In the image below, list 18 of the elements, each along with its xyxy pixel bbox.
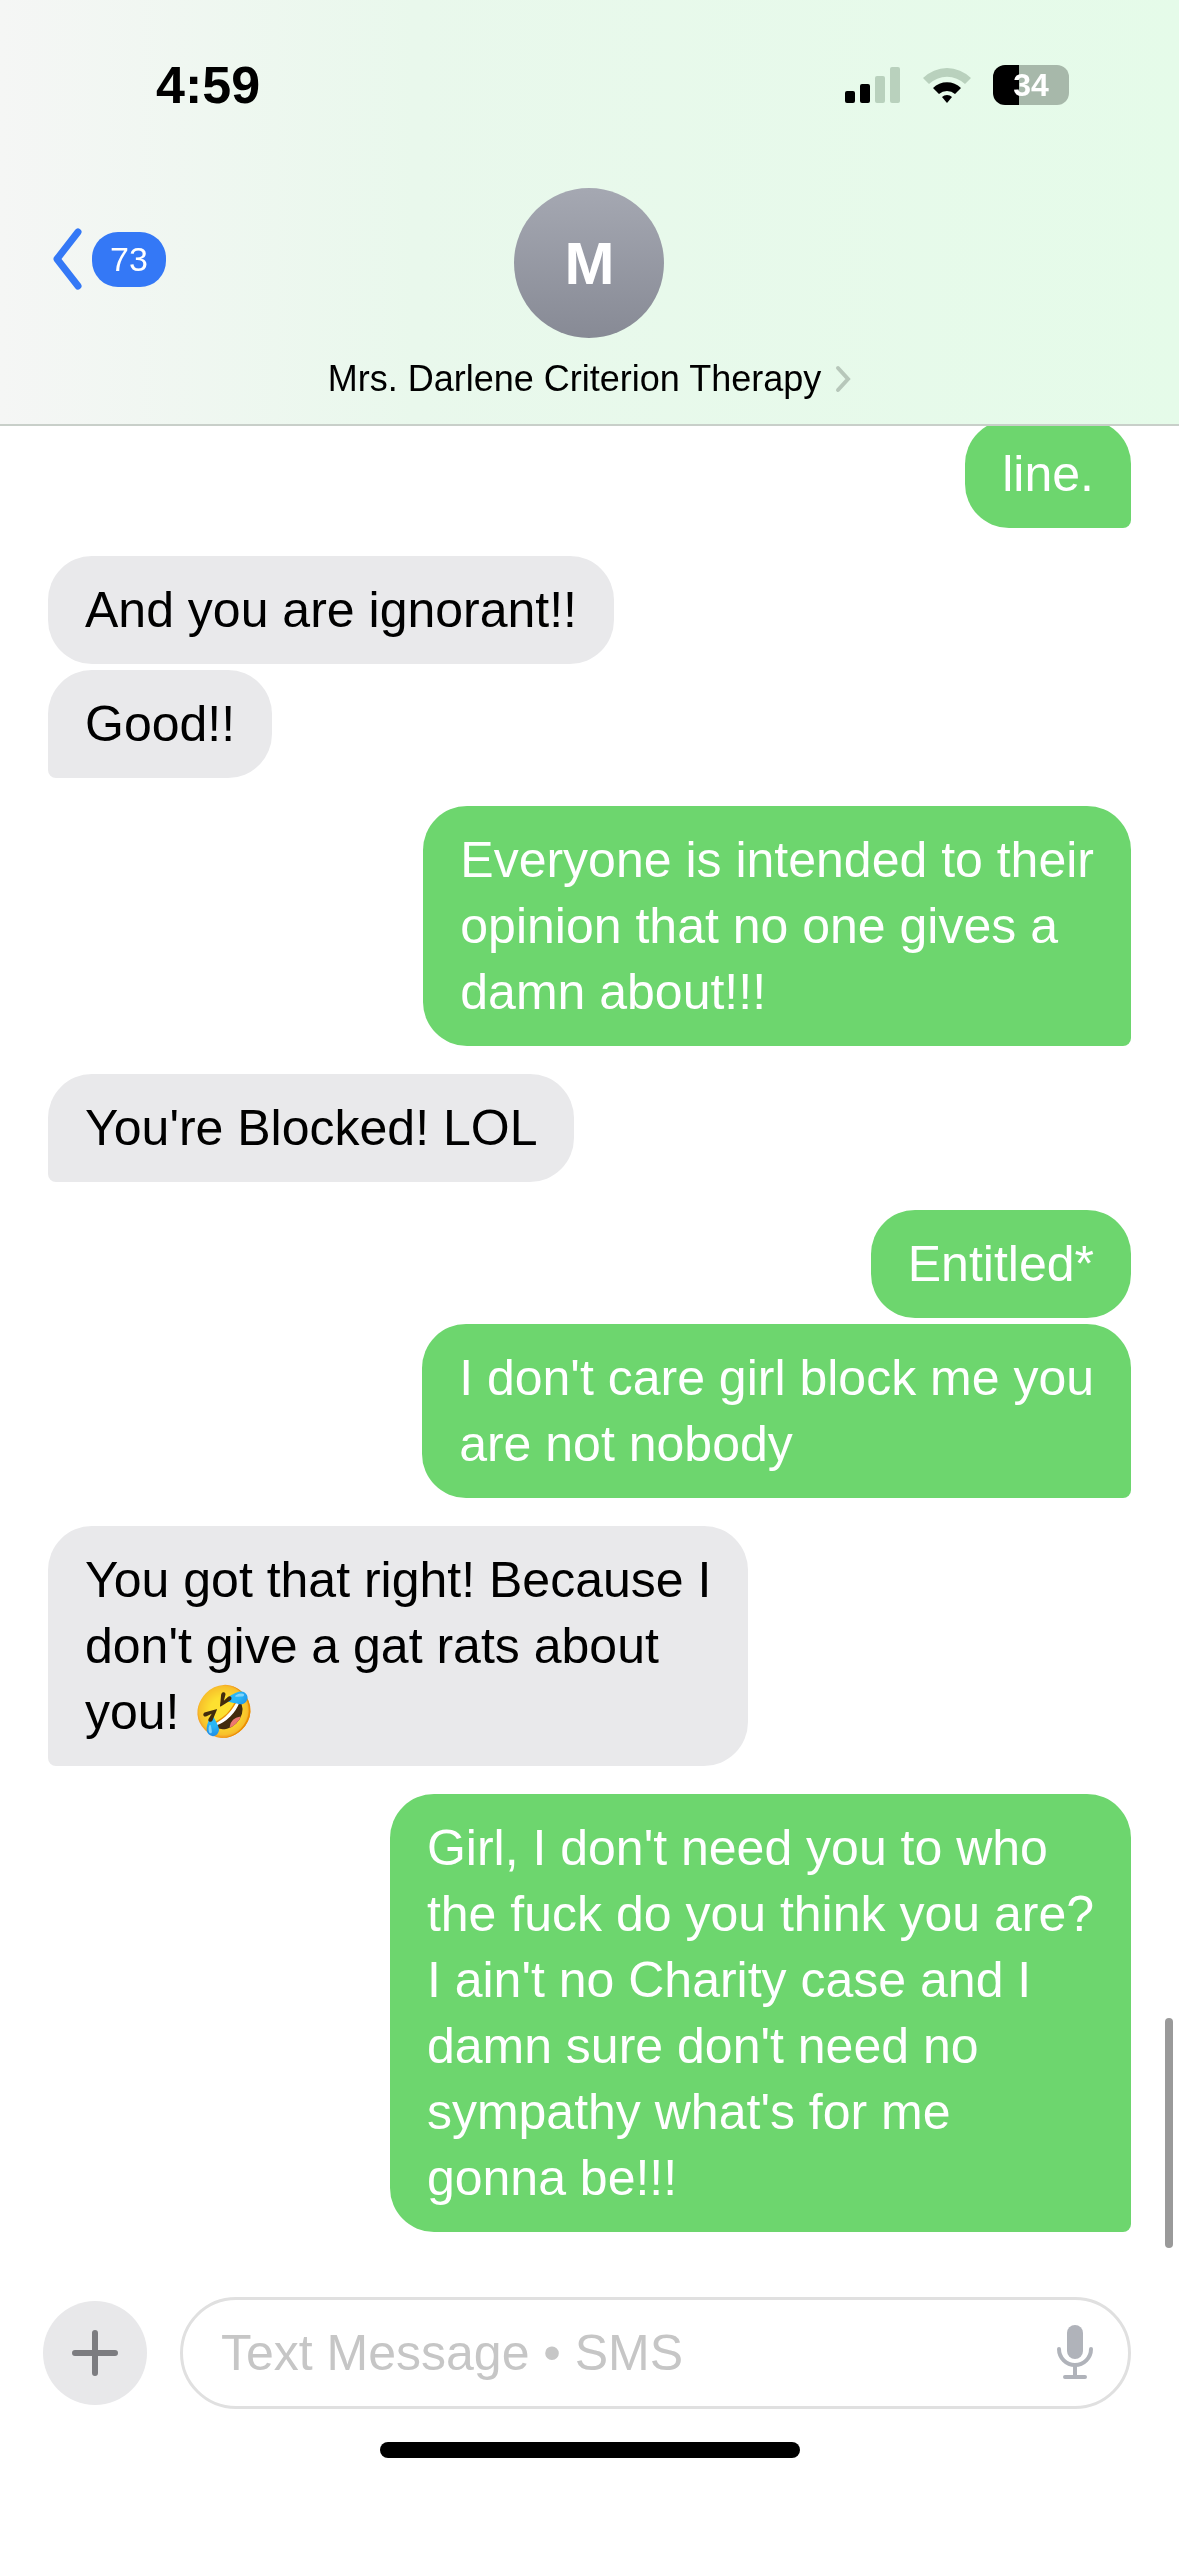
message-input-field[interactable]: Text Message • SMS — [180, 2297, 1131, 2409]
wifi-icon — [921, 66, 973, 104]
message-bubble: You're Blocked! LOL — [48, 1074, 575, 1182]
message-bubble: And you are ignorant!! — [48, 556, 614, 664]
message-bubble: You got that right! Because I don't give a gat rats about you! 🤣 — [48, 1526, 749, 1766]
chevron-left-icon[interactable] — [52, 228, 82, 290]
message-bubble: line. — [965, 426, 1131, 528]
signal-icon — [845, 67, 901, 103]
microphone-icon[interactable] — [1055, 2325, 1095, 2381]
plus-icon[interactable] — [72, 2330, 118, 2376]
message-bubble: Entitled* — [870, 1210, 1131, 1318]
message-bubble: I don't care girl block me you are not nobody — [422, 1324, 1131, 1498]
message-bubble: Everyone is intended to their opinion that no one gives a damn about!!! — [423, 806, 1131, 1046]
avatar[interactable]: M — [514, 188, 665, 338]
message-bubble: Good!! — [48, 670, 273, 778]
status-time: 4:59 — [156, 55, 261, 115]
message-bubble: Girl, I don't need you to who the fuck do you think you are? I ain't no Charity case and I damn sure don't need no sympathy what's for me gonna be!!! — [389, 1794, 1131, 2232]
contact-name[interactable]: Mrs. Darlene Criterion Therapy — [327, 358, 852, 400]
